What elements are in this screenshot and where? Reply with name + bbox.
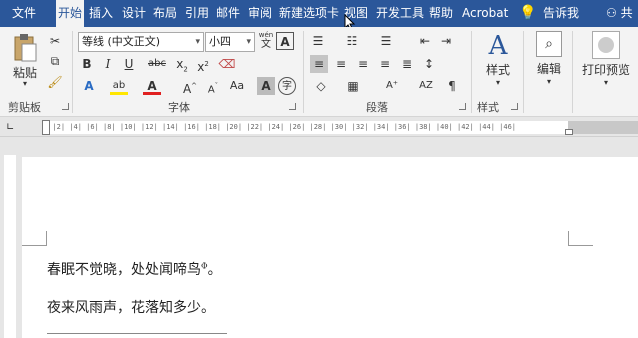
margin-corner-left <box>22 231 47 246</box>
subscript-button[interactable]: x2 <box>173 55 191 73</box>
chevron-down-icon: ▾ <box>603 78 608 87</box>
font-launcher[interactable] <box>289 103 296 110</box>
align-right-button[interactable]: ≡ <box>354 55 372 73</box>
vertical-ruler-scale <box>4 155 16 338</box>
ribbon-tab-bar: 文件 开始 插入 设计 布局 引用 邮件 审阅 新建选项卡 视图 开发工具 帮助… <box>0 0 638 32</box>
justify-button[interactable]: ≡ <box>376 55 394 73</box>
tab-references[interactable]: 引用 <box>185 0 209 27</box>
chevron-down-icon: ▾ <box>546 77 551 86</box>
vertical-ruler <box>0 137 18 338</box>
font-color-button[interactable]: A <box>143 77 161 95</box>
print-preview-button[interactable]: 打印预览 ▾ <box>578 31 634 87</box>
copy-icon[interactable]: ⧉ <box>46 52 64 70</box>
chevron-down-icon: ▾ <box>495 78 500 87</box>
align-center-button[interactable]: ≡ <box>332 55 350 73</box>
change-case-button[interactable]: Aa <box>228 77 246 95</box>
increase-indent-button[interactable]: ⇥ <box>437 32 455 50</box>
horizontal-ruler: ∟ | |2| |4| |6| |8| |10| |12| |14| |16| … <box>0 117 638 137</box>
clipboard-icon <box>14 34 37 62</box>
shading-button[interactable]: ◇ <box>312 77 330 95</box>
clipboard-group-label: 剪贴板 <box>8 101 41 114</box>
font-size-combo[interactable]: 小四 ▾ <box>205 32 255 52</box>
tab-developer[interactable]: 开发工具 <box>376 0 424 27</box>
divider <box>471 31 472 113</box>
underline-button[interactable]: U <box>120 55 138 73</box>
tell-me-search[interactable]: 告诉我 <box>543 0 579 27</box>
pinyin-guide-icon[interactable]: wén 文 <box>257 31 275 50</box>
sort-button[interactable]: AZ <box>417 77 435 95</box>
chevron-down-icon: ▾ <box>195 37 200 47</box>
enclose-char-button[interactable]: 字 <box>278 77 296 95</box>
tab-mailings[interactable]: 邮件 <box>216 0 240 27</box>
grow-font-button[interactable]: A^ <box>181 77 199 96</box>
align-left-button[interactable]: ≡ <box>310 55 328 73</box>
document-line-2[interactable]: 夜来风雨声，花落知多少。 <box>47 297 215 317</box>
shrink-font-button[interactable]: Aˇ <box>204 77 222 95</box>
document-line-1[interactable]: 春眠不觉晓，处处闻啼鸟Φ。 <box>47 259 222 279</box>
borders-button[interactable]: ▦ <box>344 77 362 95</box>
person-icon: ⚇ <box>606 6 617 20</box>
chevron-down-icon: ▾ <box>246 37 251 47</box>
margin-corner-right <box>568 231 593 246</box>
search-icon: ⌕ <box>536 31 562 57</box>
styles-button[interactable]: A 样式 ▾ <box>478 31 518 87</box>
decrease-indent-button[interactable]: ⇤ <box>416 32 434 50</box>
bold-button[interactable]: B <box>78 55 96 73</box>
ruler-scale: | |2| |4| |6| |8| |10| |12| |14| |16| |1… <box>44 121 638 134</box>
paragraph-group-label: 段落 <box>366 101 388 114</box>
char-border-icon[interactable]: A <box>276 32 294 50</box>
tab-acrobat[interactable]: Acrobat <box>462 0 508 27</box>
ruler-margin-right <box>568 121 638 134</box>
tab-design[interactable]: 设计 <box>122 0 146 27</box>
font-name-combo[interactable]: 等线 (中文正文) ▾ <box>78 32 204 52</box>
numbering-button[interactable]: ☷ <box>343 32 361 50</box>
divider <box>72 31 73 113</box>
tab-insert[interactable]: 插入 <box>89 0 113 27</box>
right-indent-marker[interactable] <box>565 129 573 135</box>
multilevel-list-button[interactable]: ☰ <box>377 32 395 50</box>
bullets-button[interactable]: ☰ <box>309 32 327 50</box>
share-button[interactable]: ⚇ 共 <box>606 0 633 27</box>
tab-file[interactable]: 文件 <box>12 0 36 27</box>
font-group-label: 字体 <box>168 101 190 114</box>
editing-button[interactable]: ⌕ 编辑 ▾ <box>530 31 568 86</box>
italic-button[interactable]: I <box>99 55 117 73</box>
styles-group-label: 样式 <box>477 101 499 114</box>
print-preview-icon <box>592 31 620 59</box>
styles-icon: A <box>488 31 508 61</box>
indent-marker[interactable] <box>42 120 50 135</box>
chinese-layout-button[interactable]: A⁺ <box>383 77 401 95</box>
strikethrough-button[interactable]: abc <box>148 55 166 73</box>
divider <box>572 31 573 113</box>
styles-launcher[interactable] <box>511 103 518 110</box>
clear-format-icon[interactable]: ⌫ <box>218 55 236 73</box>
highlight-color-button[interactable]: ab <box>110 77 128 95</box>
line-spacing-button[interactable]: ↕ <box>420 55 438 73</box>
divider <box>303 31 304 113</box>
text-effects-button[interactable]: A <box>80 77 98 95</box>
ribbon: 粘贴 ▾ ✂ ⧉ 🖌 剪贴板 等线 (中文正文) ▾ 小四 ▾ wén 文 A B… <box>0 27 638 117</box>
clipboard-launcher[interactable] <box>62 103 69 110</box>
chevron-down-icon: ▾ <box>22 79 27 88</box>
divider <box>523 31 524 113</box>
superscript-button[interactable]: x2 <box>194 55 212 74</box>
paste-button[interactable]: 粘贴 ▾ <box>8 33 42 88</box>
show-marks-button[interactable]: ¶ <box>443 77 461 95</box>
tab-layout[interactable]: 布局 <box>153 0 177 27</box>
char-shading-button[interactable]: A <box>257 77 275 95</box>
format-painter-icon[interactable]: 🖌 <box>46 73 64 91</box>
tab-new-tab[interactable]: 新建选项卡 <box>279 0 339 27</box>
tab-selector[interactable]: ∟ <box>6 122 14 133</box>
cut-icon[interactable]: ✂ <box>46 32 64 50</box>
lightbulb-icon: 💡 <box>519 5 537 21</box>
paragraph-launcher[interactable] <box>459 103 466 110</box>
tab-home[interactable]: 开始 <box>56 0 84 27</box>
distributed-button[interactable]: ≣ <box>398 55 416 73</box>
footnote-separator <box>47 333 227 334</box>
tab-review[interactable]: 审阅 <box>248 0 272 27</box>
tab-help[interactable]: 帮助 <box>429 0 453 27</box>
